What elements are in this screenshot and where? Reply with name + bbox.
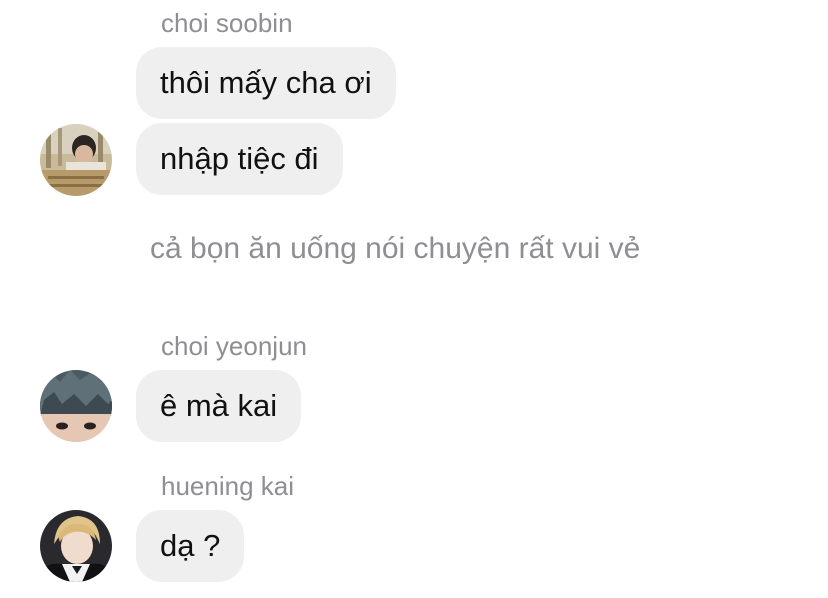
message-bubble[interactable]: ê mà kai bbox=[136, 370, 302, 442]
sender-name: choi soobin bbox=[161, 8, 293, 38]
avatar-kai-icon[interactable] bbox=[40, 510, 112, 582]
message-bubble[interactable]: nhập tiệc đi bbox=[136, 123, 343, 195]
avatar-image bbox=[40, 510, 112, 582]
message-bubble[interactable]: dạ ? bbox=[136, 510, 245, 582]
sender-name: huening kai bbox=[161, 471, 294, 501]
avatar-image bbox=[40, 124, 112, 196]
avatar-image bbox=[40, 370, 112, 442]
message-bubble[interactable]: thôi mấy cha ơi bbox=[136, 47, 396, 119]
narration-text: cả bọn ăn uống nói chuyện rất vui vẻ bbox=[150, 232, 641, 265]
avatar-yeonjun-icon[interactable] bbox=[40, 370, 112, 442]
sender-name: choi yeonjun bbox=[161, 331, 307, 361]
avatar-soobin-icon[interactable] bbox=[40, 124, 112, 196]
